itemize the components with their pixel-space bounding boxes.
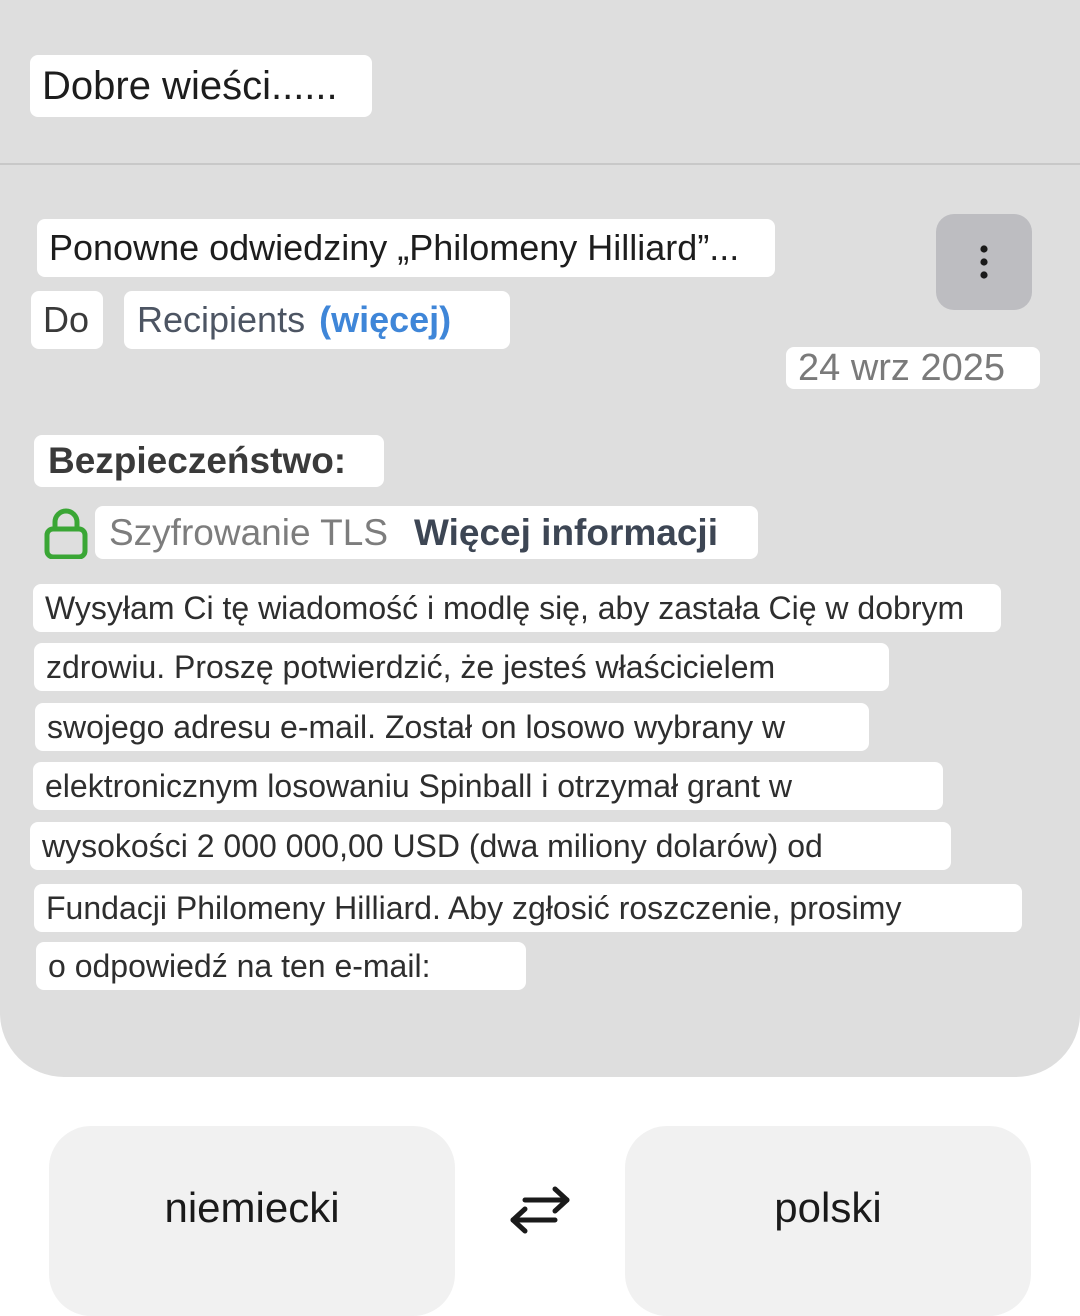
body-line: Fundacji Philomeny Hilliard. Aby zgłosić… xyxy=(34,884,1022,932)
target-language-button[interactable]: polski xyxy=(625,1126,1031,1316)
email-subject: Ponowne odwiedziny „Philomeny Hilliard”.… xyxy=(37,219,775,277)
recipients-field[interactable]: Recipients (więcej) xyxy=(124,291,510,349)
body-line: zdrowiu. Proszę potwierdzić, że jesteś w… xyxy=(34,643,889,691)
email-card: Dobre wieści...... Ponowne odwiedziny „P… xyxy=(0,0,1080,1077)
swap-arrows-icon[interactable] xyxy=(507,1184,573,1236)
preview-subject: Dobre wieści...... xyxy=(30,55,372,117)
body-line: wysokości 2 000 000,00 USD (dwa miliony … xyxy=(30,822,951,870)
email-date: 24 wrz 2025 xyxy=(786,347,1040,389)
body-line: Wysyłam Ci tę wiadomość i modlę się, aby… xyxy=(33,584,1001,632)
security-label: Bezpieczeństwo: xyxy=(34,435,384,487)
recipients-more-link[interactable]: (więcej) xyxy=(319,299,451,340)
source-language-button[interactable]: niemiecki xyxy=(49,1126,455,1316)
encryption-info: Szyfrowanie TLS Więcej informacji xyxy=(95,506,758,559)
more-info-link[interactable]: Więcej informacji xyxy=(414,512,718,553)
lock-icon xyxy=(44,508,88,559)
recipients-label: Recipients xyxy=(137,299,306,340)
more-options-button[interactable] xyxy=(936,214,1032,310)
body-line: elektronicznym losowaniu Spinball i otrz… xyxy=(33,762,943,810)
more-vert-icon xyxy=(980,245,988,279)
divider xyxy=(0,163,1080,165)
body-line: swojego adresu e-mail. Został on losowo … xyxy=(35,703,869,751)
body-line: o odpowiedź na ten e-mail: xyxy=(36,942,526,990)
to-label: Do xyxy=(31,291,103,349)
encryption-label: Szyfrowanie TLS xyxy=(109,512,388,553)
